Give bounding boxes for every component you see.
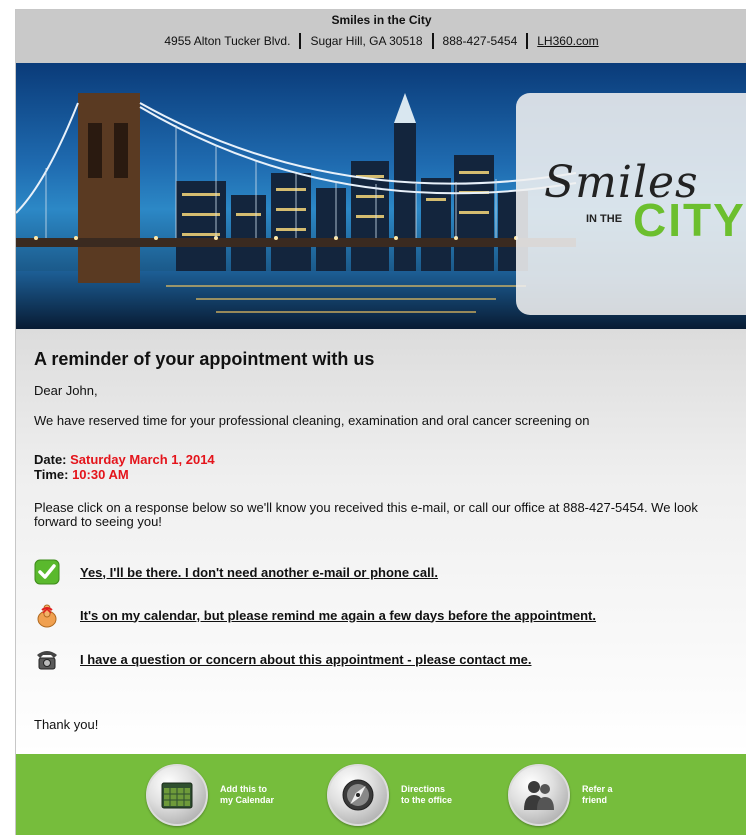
refer-friend-button[interactable]: Refer a friend (508, 764, 662, 826)
website-link[interactable]: LH360.com (537, 34, 598, 48)
appointment-time: Time: 10:30 AM (34, 467, 129, 482)
appointment-date: Date: Saturday March 1, 2014 (34, 452, 215, 467)
add-to-calendar-label: Add this to my Calendar (220, 784, 300, 806)
divider (299, 33, 302, 49)
footer-label-line: to the office (401, 795, 452, 805)
date-label: Date: (34, 452, 67, 467)
divider (431, 33, 434, 49)
time-value: 10:30 AM (72, 467, 129, 482)
contact-line: 4955 Alton Tucker Blvd. Sugar Hill, GA 3… (16, 33, 746, 49)
finger-string-icon (34, 602, 60, 628)
city-state: Sugar Hill, GA 30518 (310, 34, 423, 48)
greeting: Dear John, (34, 383, 98, 398)
footer-bar: Add this to my Calendar Directions to th… (16, 754, 746, 835)
footer-label-line: my Calendar (220, 795, 275, 805)
reservation-text: We have reserved time for your professio… (34, 413, 590, 428)
calendar-icon (146, 764, 208, 826)
header-bar: Smiles in the City 4955 Alton Tucker Blv… (16, 10, 746, 63)
page-title: A reminder of your appointment with us (34, 349, 375, 369)
divider (526, 33, 529, 49)
people-icon (508, 764, 570, 826)
response-contact[interactable]: I have a question or concern about this … (34, 646, 531, 672)
logo-in-the-text: IN THE (586, 213, 623, 225)
email-container: Smiles in the City 4955 Alton Tucker Blv… (15, 9, 746, 835)
directions-label: Directions to the office (401, 784, 481, 806)
footer-label-line: Add this to (220, 784, 267, 794)
logo-card: Smiles IN THE CITY (516, 93, 746, 315)
directions-button[interactable]: Directions to the office (327, 764, 481, 826)
footer-label-line: Directions (401, 784, 446, 794)
instructions-text: Please click on a response below so we'l… (34, 500, 698, 529)
footer-label-line: friend (582, 795, 608, 805)
date-value: Saturday March 1, 2014 (70, 452, 215, 467)
compass-icon (327, 764, 389, 826)
hero-banner: Smiles IN THE CITY (16, 63, 746, 329)
checkmark-icon (34, 559, 60, 585)
response-remind[interactable]: It's on my calendar, but please remind m… (34, 602, 596, 628)
phone-number: 888-427-5454 (442, 34, 518, 48)
time-label: Time: (34, 467, 69, 482)
refer-friend-label: Refer a friend (582, 784, 662, 806)
response-remind-link[interactable]: It's on my calendar, but please remind m… (80, 608, 596, 623)
response-confirm[interactable]: Yes, I'll be there. I don't need another… (34, 559, 438, 585)
message-body: A reminder of your appointment with us D… (16, 329, 746, 754)
closing-text: Thank you! (34, 717, 99, 732)
response-confirm-link[interactable]: Yes, I'll be there. I don't need another… (80, 565, 438, 580)
add-to-calendar-button[interactable]: Add this to my Calendar (146, 764, 300, 826)
telephone-icon (34, 646, 60, 672)
logo-city-text: CITY (633, 194, 746, 246)
footer-label-line: Refer a (582, 784, 613, 794)
address: 4955 Alton Tucker Blvd. (164, 34, 291, 48)
business-name: Smiles in the City (331, 13, 432, 27)
response-contact-link[interactable]: I have a question or concern about this … (80, 652, 531, 667)
